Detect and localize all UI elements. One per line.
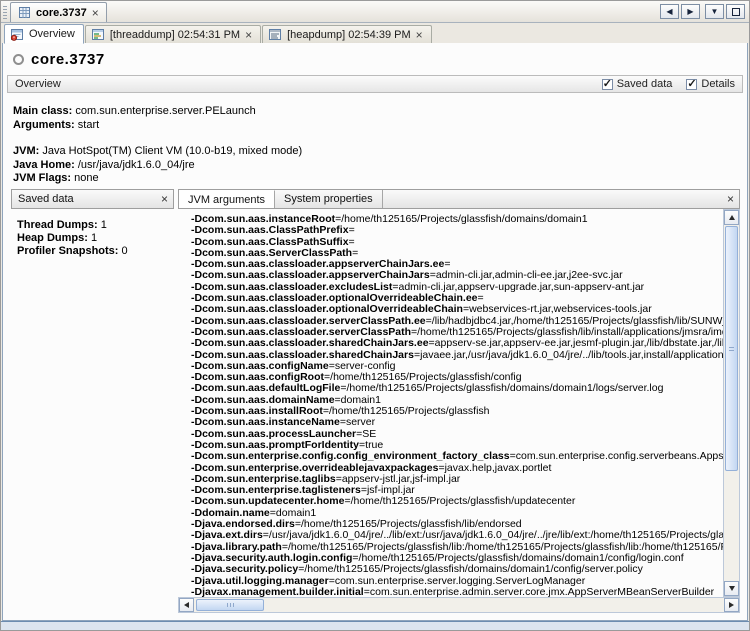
tab-system-properties[interactable]: System properties (275, 190, 383, 208)
document-tab-bar: core.3737 × ◀ ▶ ▼ (1, 1, 749, 23)
details-toggle[interactable]: Details (686, 78, 735, 90)
doc-tab-core-3737[interactable]: core.3737 × (10, 2, 107, 22)
tab-threaddump-label: [threaddump] 02:54:31 PM (110, 29, 240, 41)
overview-section-bar: Overview Saved data Details (7, 75, 743, 93)
details-panel-header: JVM arguments System properties × (178, 189, 740, 209)
info-line: Main class: com.sun.enterprise.server.PE… (13, 105, 747, 119)
arrow-left-icon (184, 602, 189, 608)
close-icon[interactable]: × (722, 194, 739, 204)
saved-data-stats: Thread Dumps: 1Heap Dumps: 1Profiler Sna… (11, 209, 174, 258)
details-panel: JVM arguments System properties × -Dcom.… (178, 189, 740, 613)
tab-heapdump-label: [heapdump] 02:54:39 PM (287, 29, 411, 41)
jvm-argument-row: -Djavax.management.builder.initial=com.s… (191, 587, 723, 597)
stat-line: Thread Dumps: 1 (17, 219, 174, 232)
overview-icon (10, 28, 24, 41)
tab-overview[interactable]: Overview (4, 24, 84, 44)
saved-data-checkbox[interactable] (602, 79, 613, 90)
section-title: Overview (15, 78, 61, 90)
application-window: core.3737 × ◀ ▶ ▼ Overview (0, 0, 750, 631)
tab-jvm-arguments[interactable]: JVM arguments (179, 190, 275, 208)
overview-view: core.3737 Overview Saved data Details Ma… (2, 43, 748, 621)
scroll-up-button[interactable] (724, 210, 739, 225)
tab-heapdump[interactable]: [heapdump] 02:54:39 PM × (262, 25, 432, 43)
thumb-grip-icon (227, 603, 234, 607)
info-group: JVM: Java HotSpot(TM) Client VM (10.0-b1… (13, 145, 747, 186)
scroll-down-button[interactable] (724, 581, 739, 596)
drag-grip[interactable] (3, 6, 7, 19)
close-icon[interactable]: × (416, 30, 423, 40)
maximize-button[interactable] (726, 4, 745, 19)
scroll-left-button[interactable] (179, 598, 194, 612)
arrow-right-icon (729, 602, 734, 608)
jvm-arguments-list[interactable]: -Dcom.sun.aas.instanceRoot=/home/th12516… (178, 209, 723, 597)
saved-data-panel: Saved data × Thread Dumps: 1Heap Dumps: … (11, 189, 174, 613)
close-icon[interactable]: × (245, 30, 252, 40)
info-group: Main class: com.sun.enterprise.server.PE… (13, 105, 747, 132)
details-checkbox[interactable] (686, 79, 697, 90)
heapdump-icon (268, 28, 282, 41)
tab-menu-button[interactable]: ▼ (705, 4, 724, 19)
jvm-info-block: Main class: com.sun.enterprise.server.PE… (3, 93, 747, 186)
page-title: core.3737 (31, 51, 105, 68)
doc-tab-label: core.3737 (36, 7, 87, 19)
horizontal-scrollbar[interactable] (178, 597, 740, 613)
close-icon[interactable]: × (156, 194, 173, 204)
previous-tab-button[interactable]: ◀ (660, 4, 679, 19)
stat-line: Profiler Snapshots: 0 (17, 245, 174, 258)
saved-data-panel-header: Saved data × (11, 189, 174, 209)
progress-spinner-icon (13, 54, 24, 65)
horizontal-scrollbar-thumb[interactable] (196, 599, 264, 611)
vertical-scrollbar-thumb[interactable] (725, 226, 738, 471)
section-options: Saved data Details (602, 78, 735, 90)
info-line: JVM Flags: none (13, 172, 747, 186)
tab-overview-label: Overview (29, 28, 75, 40)
window-controls: ◀ ▶ ▼ (660, 4, 745, 19)
thumb-grip-icon (729, 347, 734, 352)
arrow-up-icon (729, 215, 735, 220)
saved-data-panel-title: Saved data (12, 193, 74, 205)
threaddump-icon (91, 28, 105, 41)
window-bottom-strip (1, 621, 749, 630)
next-tab-button[interactable]: ▶ (681, 4, 700, 19)
info-line: JVM: Java HotSpot(TM) Client VM (10.0-b1… (13, 145, 747, 159)
maximize-icon (732, 8, 740, 16)
info-line: Arguments: start (13, 119, 747, 133)
view-tab-bar: Overview [threaddump] 02:54:31 PM × [hea… (1, 23, 749, 43)
stat-line: Heap Dumps: 1 (17, 232, 174, 245)
page-heading: core.3737 (3, 43, 747, 68)
core-dump-icon (18, 6, 31, 19)
saved-data-toggle[interactable]: Saved data (602, 78, 673, 90)
details-checkbox-label: Details (701, 78, 735, 90)
info-line: Java Home: /usr/java/jdk1.6.0_04/jre (13, 159, 747, 173)
close-icon[interactable]: × (92, 8, 99, 18)
arrow-down-icon (729, 586, 735, 591)
vertical-scrollbar[interactable] (723, 209, 740, 597)
tab-threaddump[interactable]: [threaddump] 02:54:31 PM × (85, 25, 261, 43)
saved-data-checkbox-label: Saved data (617, 78, 673, 90)
scroll-right-button[interactable] (724, 598, 739, 612)
